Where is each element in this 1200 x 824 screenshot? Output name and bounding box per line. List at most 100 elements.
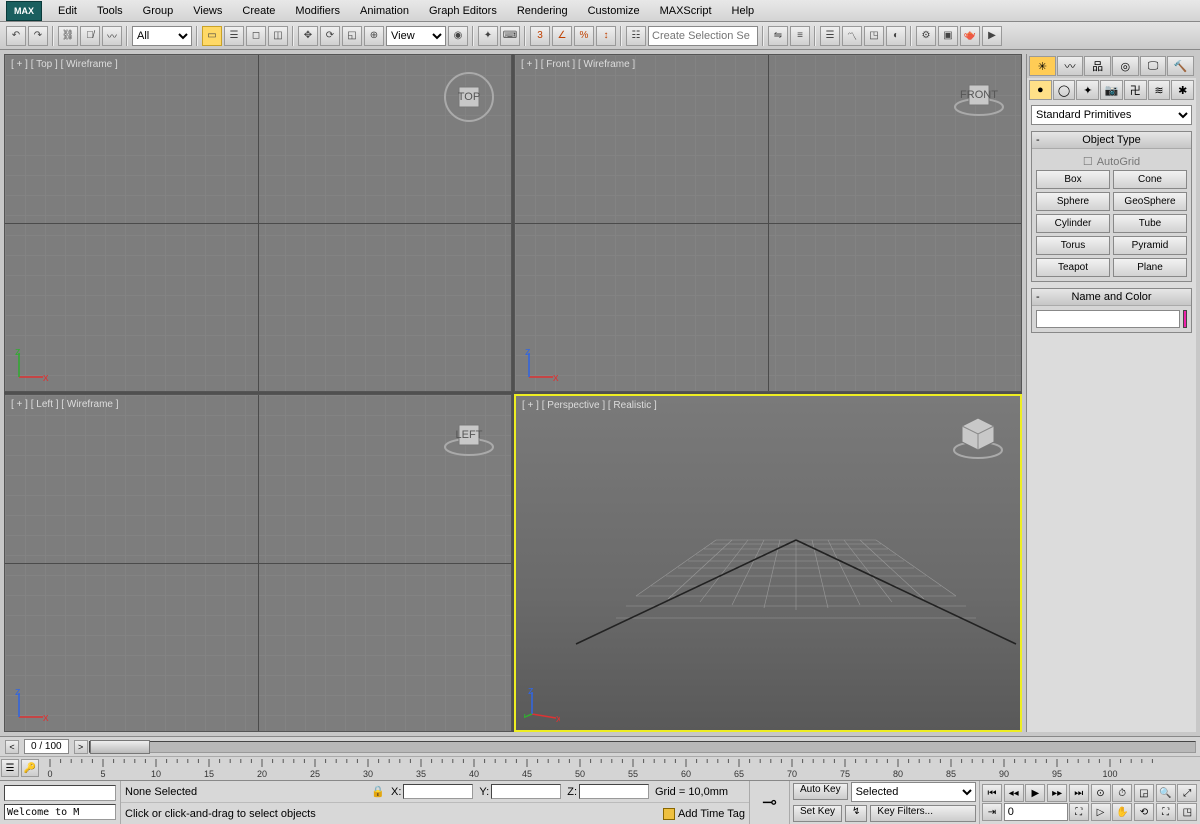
layer-manager-button[interactable]: ☰ — [820, 26, 840, 46]
subtab-systems[interactable]: ✱ — [1171, 80, 1194, 100]
play-button[interactable]: ▶ — [1025, 784, 1045, 802]
x-coord-input[interactable] — [403, 784, 473, 799]
snap-toggle-button[interactable]: 3 — [530, 26, 550, 46]
tab-display[interactable]: 🖵 — [1140, 56, 1167, 76]
auto-key-button[interactable]: Auto Key — [793, 783, 848, 800]
rectangular-region-button[interactable]: ◻ — [246, 26, 266, 46]
y-coord-input[interactable] — [491, 784, 561, 799]
keyboard-shortcut-button[interactable]: ⌨ — [500, 26, 520, 46]
angle-snap-button[interactable]: ∠ — [552, 26, 572, 46]
primitive-plane-button[interactable]: Plane — [1113, 258, 1187, 277]
viewport-left-label[interactable]: [ + ] [ Left ] [ Wireframe ] — [11, 399, 119, 410]
menu-graph-editors[interactable]: Graph Editors — [419, 2, 507, 20]
use-pivot-center-button[interactable]: ◉ — [448, 26, 468, 46]
viewport-perspective-label[interactable]: [ + ] [ Perspective ] [ Realistic ] — [522, 400, 657, 411]
z-coord-input[interactable] — [579, 784, 649, 799]
primitive-cylinder-button[interactable]: Cylinder — [1036, 214, 1110, 233]
timeslider-prev-button[interactable]: < — [5, 740, 19, 754]
unlink-button[interactable]: ⛓̸ — [80, 26, 100, 46]
goto-frame-button[interactable]: ⇥ — [982, 803, 1002, 821]
viewport-front[interactable]: [ + ] [ Front ] [ Wireframe ] FRONT xz — [514, 54, 1022, 392]
tab-hierarchy[interactable]: 品 — [1084, 56, 1111, 76]
menu-rendering[interactable]: Rendering — [507, 2, 578, 20]
viewcube-front[interactable]: FRONT — [951, 69, 1007, 125]
prev-frame-button[interactable]: ◂◂ — [1004, 784, 1024, 802]
menu-create[interactable]: Create — [232, 2, 285, 20]
script-listener-input[interactable] — [4, 785, 116, 801]
spinner-snap-button[interactable]: ↕ — [596, 26, 616, 46]
subtab-geometry[interactable]: ● — [1029, 80, 1052, 100]
select-by-name-button[interactable]: ☰ — [224, 26, 244, 46]
menu-modifiers[interactable]: Modifiers — [285, 2, 350, 20]
coordinate-system-select[interactable]: View — [386, 26, 446, 46]
trackbar-keys-button[interactable]: 🔑 — [21, 759, 39, 777]
primitive-box-button[interactable]: Box — [1036, 170, 1110, 189]
transform-lock-icon[interactable]: 🔒 — [371, 785, 385, 798]
goto-end-button[interactable]: ⏭ — [1069, 784, 1089, 802]
zoom-button[interactable]: 🔍 — [1156, 784, 1176, 802]
menu-group[interactable]: Group — [133, 2, 184, 20]
menu-help[interactable]: Help — [722, 2, 765, 20]
current-frame-input[interactable] — [1004, 803, 1068, 821]
isolate-selection-button[interactable]: ◲ — [1134, 784, 1154, 802]
menu-tools[interactable]: Tools — [87, 2, 133, 20]
primitive-tube-button[interactable]: Tube — [1113, 214, 1187, 233]
object-name-input[interactable] — [1036, 310, 1180, 328]
viewport-front-label[interactable]: [ + ] [ Front ] [ Wireframe ] — [521, 59, 635, 70]
rotate-button[interactable]: ⟳ — [320, 26, 340, 46]
subtab-helpers[interactable]: 卍 — [1124, 80, 1147, 100]
fov-button[interactable]: ▷ — [1091, 803, 1111, 821]
primitive-geosphere-button[interactable]: GeoSphere — [1113, 192, 1187, 211]
manipulate-button[interactable]: ✦ — [478, 26, 498, 46]
render-iterative-button[interactable]: ▶ — [982, 26, 1002, 46]
mirror-button[interactable]: ⇋ — [768, 26, 788, 46]
subtab-shapes[interactable]: ◯ — [1053, 80, 1076, 100]
menu-animation[interactable]: Animation — [350, 2, 419, 20]
link-button[interactable]: ⛓ — [58, 26, 78, 46]
object-color-swatch[interactable] — [1183, 310, 1187, 328]
trackbar-toggle-button[interactable]: ☰ — [1, 759, 19, 777]
zoom-all-button[interactable]: ⤢ — [1177, 784, 1197, 802]
schematic-view-button[interactable]: ◳ — [864, 26, 884, 46]
reference-coordinate-button[interactable]: ⊕ — [364, 26, 384, 46]
align-button[interactable]: ≡ — [790, 26, 810, 46]
next-frame-button[interactable]: ▸▸ — [1047, 784, 1067, 802]
viewport-top-label[interactable]: [ + ] [ Top ] [ Wireframe ] — [11, 59, 118, 70]
redo-button[interactable]: ↷ — [28, 26, 48, 46]
selection-filter-select[interactable]: All — [132, 26, 192, 46]
viewcube-perspective[interactable] — [950, 410, 1006, 466]
menu-views[interactable]: Views — [183, 2, 232, 20]
pan-button[interactable]: ✋ — [1112, 803, 1132, 821]
primitive-torus-button[interactable]: Torus — [1036, 236, 1110, 255]
render-production-button[interactable]: 🫖 — [960, 26, 980, 46]
maximize-viewport-button[interactable]: ⛶ — [1156, 803, 1176, 821]
track-ruler[interactable]: 0510152025303540455055606570758085909510… — [40, 757, 1200, 780]
move-button[interactable]: ✥ — [298, 26, 318, 46]
key-mode-button[interactable]: ↯ — [845, 805, 867, 822]
primitive-pyramid-button[interactable]: Pyramid — [1113, 236, 1187, 255]
window-crossing-button[interactable]: ◫ — [268, 26, 288, 46]
select-object-button[interactable]: ▭ — [202, 26, 222, 46]
time-config-button[interactable]: ⏱ — [1112, 784, 1132, 802]
menu-edit[interactable]: Edit — [48, 2, 87, 20]
render-setup-button[interactable]: ⚙ — [916, 26, 936, 46]
menu-maxscript[interactable]: MAXScript — [650, 2, 722, 20]
named-selection-input[interactable] — [648, 26, 758, 46]
time-slider-thumb[interactable] — [90, 740, 150, 754]
tab-motion[interactable]: ◎ — [1112, 56, 1139, 76]
script-macro-input[interactable] — [4, 804, 116, 820]
tab-modify[interactable]: 〰 — [1057, 56, 1084, 76]
tab-create[interactable]: ✳ — [1029, 56, 1056, 76]
key-mode-toggle[interactable]: ⊙ — [1091, 784, 1111, 802]
viewcube-top[interactable]: TOP — [441, 69, 497, 125]
minmax-toggle-button[interactable]: ◳ — [1177, 803, 1197, 821]
bind-spacewarp-button[interactable]: 〰 — [102, 26, 122, 46]
menu-customize[interactable]: Customize — [578, 2, 650, 20]
autogrid-checkbox[interactable]: ☐AutoGrid — [1036, 153, 1187, 170]
key-filters-button[interactable]: Key Filters... — [870, 805, 976, 822]
primitive-cone-button[interactable]: Cone — [1113, 170, 1187, 189]
viewcube-left[interactable]: LEFT — [441, 409, 497, 465]
viewport-perspective[interactable]: [ + ] [ Perspective ] [ Realistic ] — [514, 394, 1022, 732]
viewport-left[interactable]: [ + ] [ Left ] [ Wireframe ] LEFT xz — [4, 394, 512, 732]
zoom-extents-button[interactable]: ⛶ — [1069, 803, 1089, 821]
